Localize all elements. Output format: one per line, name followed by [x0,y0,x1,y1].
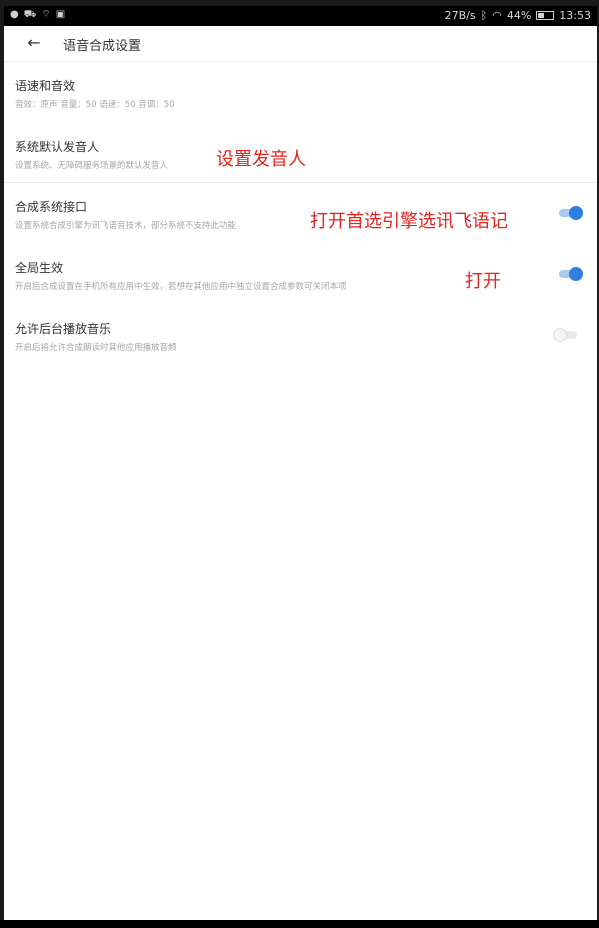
setting-item-speed-effect[interactable]: 语速和音效 音效：原声 音量：50 语速：50 音调：50 [4,68,597,118]
setting-item-system-interface[interactable]: 合成系统接口 设置系统合成引擎为讯飞语音技术，部分系统不支持此功能 [4,192,597,242]
setting-subtitle: 开启后将允许合成朗读时其他应用播放音频 [15,343,177,353]
image-icon: ▣ [55,9,66,20]
bottom-bezel [0,920,599,928]
setting-title: 合成系统接口 [15,200,88,214]
annotation-open: 打开 [465,271,501,292]
toggle-knob [553,328,567,342]
app-frame: ● ⛟ ⌔ ▣ 27B/s ᛒ ◠ 44% 13:53 ← 语音合成设置 语速和… [4,6,597,920]
clock: 13:53 [559,9,591,22]
section-divider [4,182,597,183]
system-interface-toggle[interactable] [557,206,583,220]
annotation-set-speaker: 设置发音人 [216,149,306,170]
setting-title: 允许后台播放音乐 [15,322,112,336]
status-bar: ● ⛟ ⌔ ▣ 27B/s ᛒ ◠ 44% 13:53 [4,6,597,26]
battery-fill [538,13,545,18]
wifi-icon: ◠ [492,9,502,22]
battery-icon [536,11,555,20]
setting-title: 语速和音效 [15,79,76,93]
global-effect-toggle[interactable] [557,267,583,281]
page-title: 语音合成设置 [63,39,142,54]
back-arrow-icon[interactable]: ← [24,33,44,53]
background-audio-toggle[interactable] [553,328,579,342]
setting-title: 系统默认发音人 [15,140,100,154]
car-icon: ⛟ [23,9,37,20]
setting-title: 全局生效 [15,261,64,275]
signal-icon: ⌔ [41,9,51,20]
setting-subtitle: 设置系统合成引擎为讯飞语音技术，部分系统不支持此功能 [15,221,237,231]
status-icons-left: ● ⛟ ⌔ ▣ [10,9,65,21]
header-bar: ← 语音合成设置 [4,26,597,62]
network-speed: 27B/s [444,9,476,22]
setting-subtitle: 设置系统、无障碍服务场景的默认发音人 [15,161,169,171]
status-icons-right: 27B/s ᛒ ◠ 44% 13:53 [445,9,591,22]
setting-subtitle: 开启后合成设置在手机所有应用中生效，若想在其他应用中独立设置合成参数可关闭本项 [15,282,347,292]
setting-item-background-audio[interactable]: 允许后台播放音乐 开启后将允许合成朗读时其他应用播放音频 [4,314,597,364]
toggle-knob [569,206,583,220]
toggle-knob [569,267,583,281]
notification-icon: ● [10,9,19,20]
bluetooth-icon: ᛒ [480,9,488,22]
battery-percent: 44% [506,9,532,22]
annotation-open-engine: 打开首选引擎选讯飞语记 [310,211,508,232]
setting-subtitle: 音效：原声 音量：50 语速：50 音调：50 [15,100,175,110]
setting-item-global-effect[interactable]: 全局生效 开启后合成设置在手机所有应用中生效，若想在其他应用中独立设置合成参数可… [4,253,597,303]
